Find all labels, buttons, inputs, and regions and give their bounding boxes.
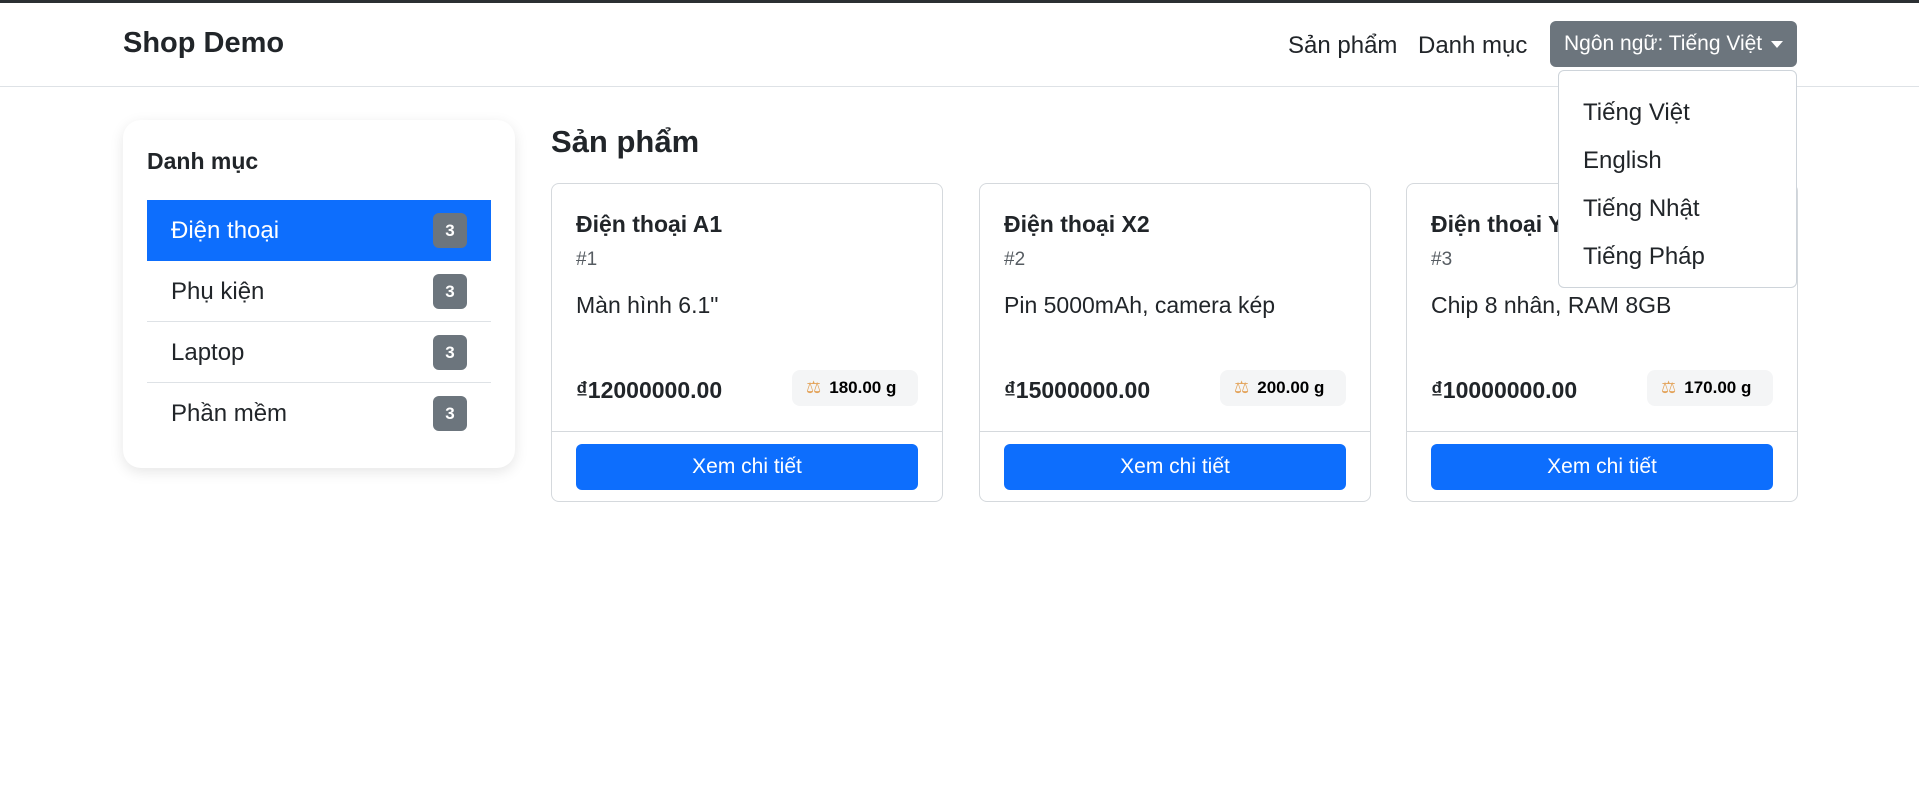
card-footer: Xem chi tiết <box>980 431 1370 501</box>
scale-icon: ⚖ <box>806 378 822 397</box>
product-price: ₫15000000.00 <box>1004 377 1151 403</box>
category-label: Laptop <box>171 339 245 366</box>
product-weight-badge: ⚖ 180.00 g <box>792 370 918 406</box>
category-label: Phụ kiện <box>171 278 265 305</box>
product-weight: 200.00 g <box>1257 378 1325 397</box>
category-item-phones[interactable]: Điện thoại 3 <box>147 200 491 261</box>
product-card: Điện thoại A1 #1 Màn hình 6.1" ₫12000000… <box>551 183 943 502</box>
sidebar-title: Danh mục <box>147 148 259 174</box>
nav-link-products[interactable]: Sản phẩm <box>1288 32 1397 60</box>
card-footer: Xem chi tiết <box>552 431 942 501</box>
category-label: Điện thoại <box>171 217 280 244</box>
language-dropdown-button[interactable]: Ngôn ngữ: Tiếng Việt <box>1550 21 1797 67</box>
card-footer: Xem chi tiết <box>1407 431 1797 501</box>
category-sidebar: Danh mục Điện thoại 3 Phụ kiện 3 Laptop … <box>123 120 515 468</box>
scale-icon: ⚖ <box>1234 378 1250 397</box>
category-count-badge: 3 <box>433 335 467 370</box>
category-count-badge: 3 <box>433 213 467 248</box>
language-button-label: Ngôn ngữ: Tiếng Việt <box>1564 32 1763 55</box>
view-details-button[interactable]: Xem chi tiết <box>1431 444 1773 490</box>
category-count-badge: 3 <box>433 396 467 431</box>
language-option-french[interactable]: Tiếng Pháp <box>1559 233 1796 281</box>
products-title: Sản phẩm <box>551 124 700 159</box>
product-name: Điện thoại A1 <box>576 211 723 237</box>
brand-logo[interactable]: Shop Demo <box>123 27 284 60</box>
language-option-japanese[interactable]: Tiếng Nhật <box>1559 185 1796 233</box>
language-option-vietnamese[interactable]: Tiếng Việt <box>1559 89 1796 137</box>
category-item-accessories[interactable]: Phụ kiện 3 <box>147 261 491 322</box>
product-name: Điện thoại Y <box>1431 211 1564 237</box>
product-id: #3 <box>1431 249 1453 270</box>
category-list: Điện thoại 3 Phụ kiện 3 Laptop 3 Phần mề… <box>147 200 491 444</box>
view-details-button[interactable]: Xem chi tiết <box>576 444 918 490</box>
product-weight-badge: ⚖ 170.00 g <box>1647 370 1773 406</box>
category-count-badge: 3 <box>433 274 467 309</box>
product-price: ₫10000000.00 <box>1431 377 1578 403</box>
product-description: Chip 8 nhân, RAM 8GB <box>1431 292 1672 318</box>
caret-down-icon <box>1771 41 1783 48</box>
product-weight-badge: ⚖ 200.00 g <box>1220 370 1346 406</box>
product-card: Điện thoại X2 #2 Pin 5000mAh, camera kép… <box>979 183 1371 502</box>
product-id: #2 <box>1004 249 1026 270</box>
product-description: Màn hình 6.1" <box>576 292 719 318</box>
product-weight: 180.00 g <box>829 378 897 397</box>
product-price: ₫12000000.00 <box>576 377 723 403</box>
product-description: Pin 5000mAh, camera kép <box>1004 292 1276 318</box>
language-dropdown-menu: Tiếng Việt English Tiếng Nhật Tiếng Pháp <box>1558 70 1797 288</box>
nav-link-categories[interactable]: Danh mục <box>1418 32 1527 60</box>
language-option-english[interactable]: English <box>1559 137 1796 185</box>
category-item-software[interactable]: Phần mềm 3 <box>147 383 491 444</box>
product-id: #1 <box>576 249 598 270</box>
category-item-laptop[interactable]: Laptop 3 <box>147 322 491 383</box>
scale-icon: ⚖ <box>1661 378 1677 397</box>
view-details-button[interactable]: Xem chi tiết <box>1004 444 1346 490</box>
category-label: Phần mềm <box>171 400 288 427</box>
product-weight: 170.00 g <box>1684 378 1752 397</box>
product-name: Điện thoại X2 <box>1004 211 1150 237</box>
